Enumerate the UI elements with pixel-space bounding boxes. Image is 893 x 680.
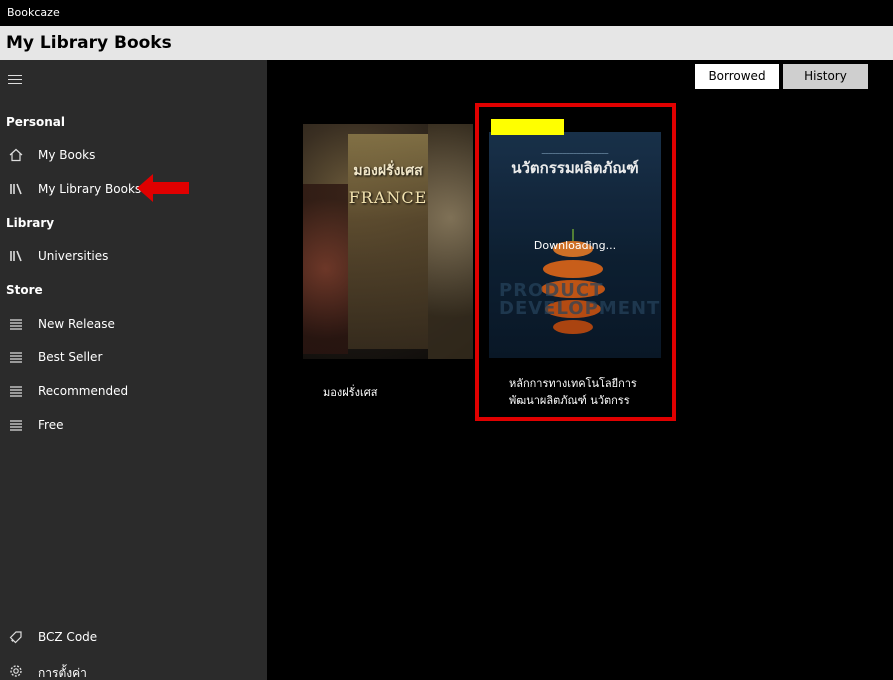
section-header-library: Library bbox=[6, 216, 55, 230]
sidebar-item-label: การตั้งค่า bbox=[38, 666, 87, 680]
cover-title-france: FRANCE bbox=[348, 188, 428, 207]
list-icon bbox=[8, 316, 24, 332]
section-header-store: Store bbox=[6, 283, 43, 297]
sidebar-item-best-seller[interactable]: Best Seller bbox=[0, 342, 267, 372]
sidebar-item-label: BCZ Code bbox=[38, 630, 98, 644]
sidebar-item-label: Recommended bbox=[38, 384, 129, 398]
library-icon bbox=[8, 248, 24, 264]
sidebar-item-bcz-code[interactable]: BCZ Code bbox=[0, 622, 267, 652]
cover-art bbox=[303, 184, 348, 354]
book-card[interactable]: มองฝรั่งเศส FRANCE มองฝรั่งเศส bbox=[303, 124, 473, 414]
list-icon bbox=[8, 349, 24, 365]
sidebar-item-settings[interactable]: การตั้งค่า bbox=[0, 656, 267, 680]
yellow-highlight-mark bbox=[491, 119, 564, 135]
book-cover: มองฝรั่งเศส FRANCE bbox=[303, 124, 473, 359]
sidebar: Personal My Books My Library Books Libra… bbox=[0, 60, 267, 680]
page-header: My Library Books bbox=[0, 26, 893, 60]
tab-borrowed[interactable]: Borrowed bbox=[695, 64, 779, 89]
title-bar: Bookcaze bbox=[0, 0, 893, 26]
sidebar-item-recommended[interactable]: Recommended bbox=[0, 376, 267, 406]
sidebar-item-label: Universities bbox=[38, 249, 109, 263]
sidebar-item-label: My Library Books bbox=[38, 182, 142, 196]
sidebar-item-my-books[interactable]: My Books bbox=[0, 140, 267, 170]
library-icon bbox=[8, 181, 24, 197]
book-title: มองฝรั่งเศส bbox=[323, 386, 378, 399]
page-title: My Library Books bbox=[6, 33, 172, 53]
list-icon bbox=[8, 383, 24, 399]
gear-icon bbox=[8, 663, 24, 679]
sidebar-item-label: Free bbox=[38, 418, 64, 432]
hamburger-menu-icon[interactable] bbox=[8, 75, 22, 85]
sidebar-item-my-library-books[interactable]: My Library Books bbox=[0, 174, 267, 204]
red-arrow-annotation bbox=[137, 174, 189, 202]
sidebar-item-label: My Books bbox=[38, 148, 96, 162]
red-highlight-box bbox=[475, 103, 676, 421]
list-icon bbox=[8, 417, 24, 433]
cover-title-thai: มองฝรั่งเศส bbox=[353, 163, 423, 179]
sidebar-item-label: Best Seller bbox=[38, 350, 103, 364]
home-icon bbox=[8, 147, 24, 163]
section-header-personal: Personal bbox=[6, 115, 65, 129]
sidebar-item-new-release[interactable]: New Release bbox=[0, 309, 267, 339]
sidebar-item-free[interactable]: Free bbox=[0, 410, 267, 440]
sidebar-item-universities[interactable]: Universities bbox=[0, 241, 267, 271]
tag-icon bbox=[8, 629, 24, 645]
tab-history[interactable]: History bbox=[783, 64, 868, 89]
sidebar-item-label: New Release bbox=[38, 317, 115, 331]
main-content: Borrowed History มองฝรั่งเศส FRANCE มองฝ… bbox=[267, 60, 893, 680]
app-title: Bookcaze bbox=[7, 6, 60, 19]
